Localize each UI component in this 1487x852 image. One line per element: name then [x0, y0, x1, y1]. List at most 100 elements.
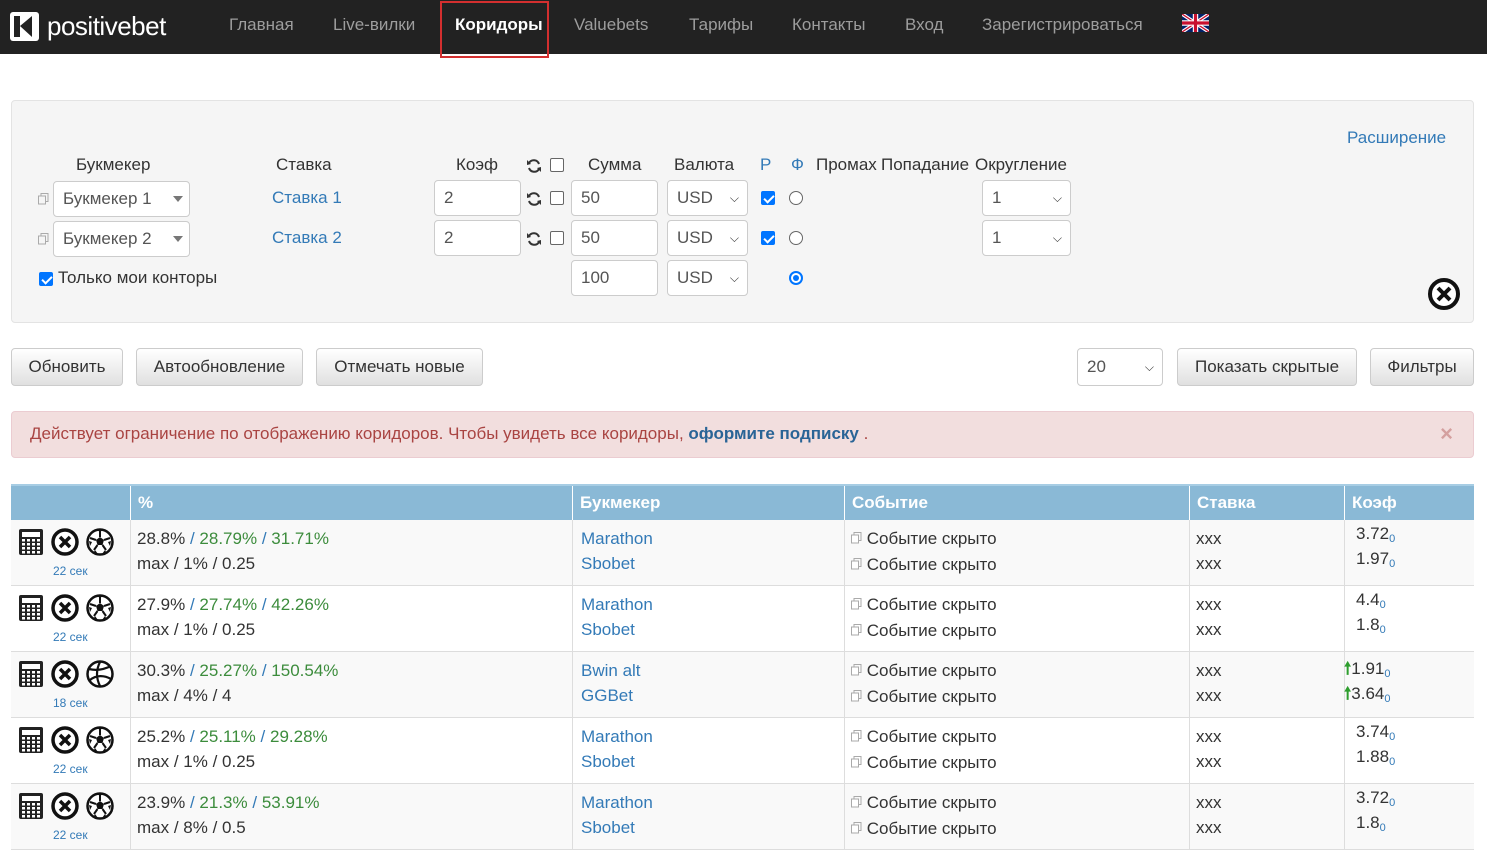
nav-item-login[interactable]: Вход — [905, 0, 943, 54]
bookmaker-link-2[interactable]: Sbobet — [581, 620, 635, 640]
stake-cell-2: xxx — [1196, 554, 1222, 573]
event-cell-1: Событие скрыто — [851, 661, 997, 681]
subscribe-link[interactable]: оформите подписку — [688, 424, 858, 443]
copy-icon[interactable] — [851, 753, 862, 772]
th-coef[interactable]: Коэф — [1344, 486, 1397, 522]
stake-link-1[interactable]: Ставка 1 — [272, 188, 342, 208]
hide-icon[interactable] — [51, 726, 79, 754]
hide-icon[interactable] — [51, 528, 79, 556]
percent-value: 23.9% — [137, 793, 186, 812]
hide-icon[interactable] — [51, 660, 79, 688]
total-currency-select[interactable]: USD ⌵ — [667, 260, 748, 296]
page-size-select[interactable]: 20 ⌵ — [1077, 348, 1163, 386]
calculator-panel: Расширение Букмекер Ставка Коэф Сумма Ва… — [11, 100, 1474, 323]
sum-input-1[interactable]: 50 — [571, 180, 658, 216]
calculator-icon[interactable] — [17, 792, 45, 820]
coef-cell-2: 1.970 — [1356, 549, 1395, 570]
bookmaker-link-2[interactable]: Sbobet — [581, 818, 635, 838]
copy-icon[interactable] — [38, 193, 49, 205]
refresh-all-icon[interactable] — [526, 158, 542, 174]
show-hidden-button[interactable]: Показать скрытые — [1177, 348, 1357, 386]
nav-item-home[interactable]: Главная — [229, 0, 294, 54]
brand-logo[interactable]: positivebet — [10, 11, 166, 42]
filters-button[interactable]: Фильтры — [1370, 348, 1474, 386]
bookmaker-link-1[interactable]: Marathon — [581, 529, 653, 549]
table-row: 18 сек 30.3% / 25.27% / 150.54% max / 4%… — [11, 652, 1474, 718]
calculator-icon[interactable] — [17, 594, 45, 622]
extension-link[interactable]: Расширение — [1347, 128, 1446, 148]
refresh-icon[interactable] — [526, 191, 542, 207]
nav-item-register[interactable]: Зарегистрироваться — [982, 0, 1143, 54]
copy-icon[interactable] — [851, 687, 862, 706]
refresh-button[interactable]: Обновить — [11, 348, 123, 386]
bookmaker-select-1[interactable]: Букмекер 1 — [53, 181, 190, 217]
hide-icon[interactable] — [51, 594, 79, 622]
coef-cell-2: 1.880 — [1356, 747, 1395, 768]
copy-icon[interactable] — [851, 661, 862, 680]
coef-input-2[interactable]: 2 — [434, 220, 521, 256]
age-label: 22 сек — [53, 762, 88, 776]
nav-item-tariffs[interactable]: Тарифы — [689, 0, 753, 54]
select-all-checkbox[interactable] — [550, 158, 564, 172]
copy-icon[interactable] — [851, 621, 862, 640]
percent-line: 23.9% / 21.3% / 53.91% — [137, 793, 320, 812]
bookmaker-link-1[interactable]: Marathon — [581, 595, 653, 615]
bookmaker-link-1[interactable]: Marathon — [581, 793, 653, 813]
age-label: 18 сек — [53, 696, 88, 710]
uk-flag-icon[interactable] — [1182, 14, 1209, 32]
coef-input-1[interactable]: 2 — [434, 180, 521, 216]
refresh-icon[interactable] — [526, 231, 542, 247]
copy-icon[interactable] — [38, 233, 49, 245]
bookmaker-link-1[interactable]: Bwin alt — [581, 661, 641, 681]
stake-link-2[interactable]: Ставка 2 — [272, 228, 342, 248]
nav-item-valuebets[interactable]: Valuebets — [574, 0, 648, 54]
f-radio-2[interactable] — [789, 231, 803, 245]
f-radio-total[interactable] — [789, 271, 803, 285]
bookmaker-link-1[interactable]: Marathon — [581, 727, 653, 747]
bookmaker-select-2[interactable]: Букмекер 2 — [53, 221, 190, 257]
f-radio-1[interactable] — [789, 191, 803, 205]
th-bookmaker[interactable]: Букмекер — [572, 486, 660, 522]
bookmaker-link-2[interactable]: GGBet — [581, 686, 633, 706]
rounding-select-2[interactable]: 1 ⌵ — [982, 220, 1071, 256]
close-panel-icon[interactable] — [1428, 278, 1460, 310]
th-stake[interactable]: Ставка — [1189, 486, 1255, 522]
th-event[interactable]: Событие — [844, 486, 928, 522]
sum-input-2[interactable]: 50 — [571, 220, 658, 256]
copy-icon[interactable] — [851, 793, 862, 812]
stake-cell-1: xxx — [1196, 793, 1222, 812]
copy-icon[interactable] — [851, 595, 862, 614]
p-checkbox-2[interactable] — [761, 231, 775, 245]
bookmaker-link-2[interactable]: Sbobet — [581, 554, 635, 574]
calculator-icon[interactable] — [17, 726, 45, 754]
only-my-checkbox[interactable] — [39, 272, 53, 286]
p-checkbox-1[interactable] — [761, 191, 775, 205]
coef-value-2: 1.8 — [1356, 813, 1380, 832]
autorefresh-button[interactable]: Автообновление — [136, 348, 303, 386]
bookmaker-link-2[interactable]: Sbobet — [581, 752, 635, 772]
copy-icon[interactable] — [851, 727, 862, 746]
currency-select-1[interactable]: USD ⌵ — [667, 180, 748, 216]
copy-icon[interactable] — [851, 555, 862, 574]
nav-item-live[interactable]: Live-вилки — [333, 0, 415, 54]
coef-value-2: 1.88 — [1356, 747, 1390, 766]
rounding-select-1[interactable]: 1 ⌵ — [982, 180, 1071, 216]
alert-close-button[interactable]: × — [1440, 421, 1453, 447]
copy-icon[interactable] — [851, 529, 862, 548]
chevron-down-icon: ⌵ — [1144, 360, 1154, 374]
calculator-icon[interactable] — [17, 660, 45, 688]
percent-value: 27.9% — [137, 595, 186, 614]
copy-icon[interactable] — [851, 819, 862, 838]
event-text-2: Событие скрыто — [866, 621, 997, 640]
nav-item-contacts[interactable]: Контакты — [792, 0, 865, 54]
th-percent[interactable]: % — [130, 486, 153, 522]
row-checkbox-2[interactable] — [550, 231, 564, 245]
calculator-icon[interactable] — [17, 528, 45, 556]
total-sum-input[interactable]: 100 — [571, 260, 658, 296]
event-cell-1: Событие скрыто — [851, 595, 997, 615]
row-checkbox-1[interactable] — [550, 191, 564, 205]
currency-select-2[interactable]: USD ⌵ — [667, 220, 748, 256]
hide-icon[interactable] — [51, 792, 79, 820]
percent-max: 31.71% — [271, 529, 329, 548]
mark-new-button[interactable]: Отмечать новые — [316, 348, 483, 386]
